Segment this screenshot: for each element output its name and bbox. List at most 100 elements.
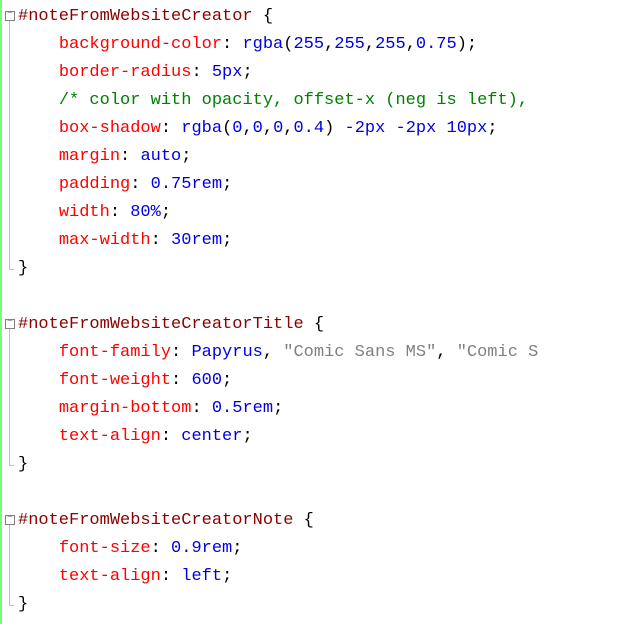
css-keyword: Papyrus [191, 343, 262, 362]
space [120, 203, 130, 222]
indent [18, 567, 59, 586]
fold-toggle-icon[interactable] [5, 319, 15, 329]
colon: : [130, 175, 140, 194]
colon: : [222, 35, 232, 54]
fold-guide-line [9, 21, 10, 269]
colon: : [161, 567, 171, 586]
css-number: 30rem [171, 231, 222, 250]
indent [18, 427, 59, 446]
punctuation: , [324, 35, 334, 54]
css-property: font-weight [59, 371, 171, 390]
colon: : [161, 427, 171, 446]
indent [18, 343, 59, 362]
css-string: "Comic S [457, 343, 539, 362]
colon: : [161, 119, 171, 138]
open-brace: { [314, 315, 324, 334]
code-line: border-radius: 5px; [18, 59, 625, 87]
semicolon: ; [242, 63, 252, 82]
css-number: 0.75 [416, 35, 457, 54]
indent [18, 371, 59, 390]
text [436, 119, 446, 138]
colon: : [191, 399, 201, 418]
text [273, 343, 283, 362]
css-property: margin-bottom [59, 399, 192, 418]
semicolon: ; [161, 203, 171, 222]
semicolon: ; [222, 567, 232, 586]
punctuation: ( [283, 35, 293, 54]
code-line: padding: 0.75rem; [18, 171, 625, 199]
semicolon: ; [222, 231, 232, 250]
space [130, 147, 140, 166]
space [171, 567, 181, 586]
indent [18, 539, 59, 558]
css-property: margin [59, 147, 120, 166]
punctuation: , [283, 119, 293, 138]
css-number: 0.75rem [151, 175, 222, 194]
fold-gutter [0, 0, 18, 624]
code-line: margin-bottom: 0.5rem; [18, 395, 625, 423]
semicolon: ; [181, 147, 191, 166]
code-line: text-align: center; [18, 423, 625, 451]
space [161, 231, 171, 250]
code-line: /* color with opacity, offset-x (neg is … [18, 87, 625, 115]
space [171, 427, 181, 446]
fold-toggle-icon[interactable] [5, 11, 15, 21]
indent [18, 91, 59, 110]
css-number: 80% [130, 203, 161, 222]
css-number: 0.9rem [171, 539, 232, 558]
semicolon: ; [467, 35, 477, 54]
punctuation: ( [222, 119, 232, 138]
css-property: box-shadow [59, 119, 161, 138]
code-line [18, 283, 625, 311]
code-line: margin: auto; [18, 143, 625, 171]
open-brace: { [263, 7, 273, 26]
colon: : [151, 539, 161, 558]
code-line: #noteFromWebsiteCreatorNote { [18, 507, 625, 535]
css-number: 0.5rem [212, 399, 273, 418]
css-property: background-color [59, 35, 222, 54]
code-line: max-width: 30rem; [18, 227, 625, 255]
css-number: 600 [191, 371, 222, 390]
css-string: "Comic Sans MS" [283, 343, 436, 362]
indent [18, 175, 59, 194]
css-function: rgba [181, 119, 222, 138]
space [161, 539, 171, 558]
indent [18, 147, 59, 166]
semicolon: ; [487, 119, 497, 138]
css-number: 5px [212, 63, 243, 82]
css-property: width [59, 203, 110, 222]
css-property: text-align [59, 567, 161, 586]
colon: : [191, 63, 201, 82]
open-brace: { [304, 511, 314, 530]
css-selector: #noteFromWebsiteCreator [18, 7, 253, 26]
css-keyword: auto [140, 147, 181, 166]
css-property: font-family [59, 343, 171, 362]
colon: : [171, 371, 181, 390]
css-function: rgba [242, 35, 283, 54]
space [293, 511, 303, 530]
code-line: font-size: 0.9rem; [18, 535, 625, 563]
indent [18, 35, 59, 54]
fold-guide-end [9, 269, 14, 270]
text [447, 343, 457, 362]
space [140, 175, 150, 194]
css-property: padding [59, 175, 130, 194]
code-area[interactable]: #noteFromWebsiteCreator { background-col… [18, 0, 625, 624]
close-brace: } [18, 259, 28, 278]
css-number: 255 [375, 35, 406, 54]
punctuation: , [406, 35, 416, 54]
fold-toggle-icon[interactable] [5, 515, 15, 525]
punctuation: , [436, 343, 446, 362]
indent [18, 231, 59, 250]
colon: : [110, 203, 120, 222]
code-line: font-family: Papyrus, "Comic Sans MS", "… [18, 339, 625, 367]
css-number: 255 [293, 35, 324, 54]
punctuation: ) [324, 119, 334, 138]
fold-guide-end [9, 605, 14, 606]
css-property: max-width [59, 231, 151, 250]
semicolon: ; [222, 175, 232, 194]
punctuation: , [365, 35, 375, 54]
css-keyword: center [181, 427, 242, 446]
css-number: 0 [273, 119, 283, 138]
semicolon: ; [242, 427, 252, 446]
